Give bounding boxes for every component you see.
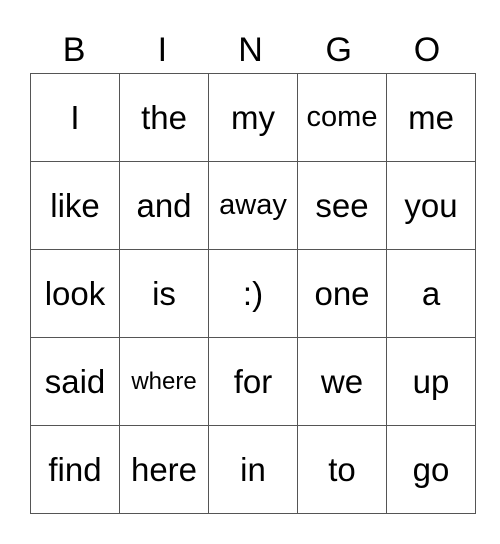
bingo-grid: I the my come me like and away see you l… [30,73,476,514]
header-letter: G [325,31,352,69]
grid-row: said where for we up [30,337,476,426]
bingo-cell: see [297,161,387,250]
header-letter: O [413,31,441,69]
bingo-cell: away [208,161,298,250]
bingo-cell: is [119,249,209,338]
bingo-cell: where [119,337,209,426]
bingo-cell: in [208,425,298,514]
grid-row: look is :) one a [30,249,476,338]
bingo-cell: find [30,425,120,514]
bingo-cell: one [297,249,387,338]
bingo-header: B I N G O [30,30,471,70]
grid-row: find here in to go [30,425,476,514]
bingo-cell: look [30,249,120,338]
bingo-cell: and [119,161,209,250]
bingo-cell: to [297,425,387,514]
grid-row: I the my come me [30,73,476,162]
bingo-cell: a [386,249,476,338]
header-letter: I [157,31,168,69]
bingo-cell: I [30,73,120,162]
bingo-cell: me [386,73,476,162]
bingo-cell: up [386,337,476,426]
bingo-cell: come [297,73,387,162]
bingo-cell: my [208,73,298,162]
header-letter: B [62,31,86,69]
bingo-cell: the [119,73,209,162]
bingo-cell: here [119,425,209,514]
bingo-cell: said [30,337,120,426]
bingo-cell: you [386,161,476,250]
bingo-cell: for [208,337,298,426]
bingo-cell: like [30,161,120,250]
bingo-cell: we [297,337,387,426]
grid-row: like and away see you [30,161,476,250]
free-space-cell: :) [208,249,298,338]
bingo-cell: go [386,425,476,514]
header-letter: N [238,31,263,69]
